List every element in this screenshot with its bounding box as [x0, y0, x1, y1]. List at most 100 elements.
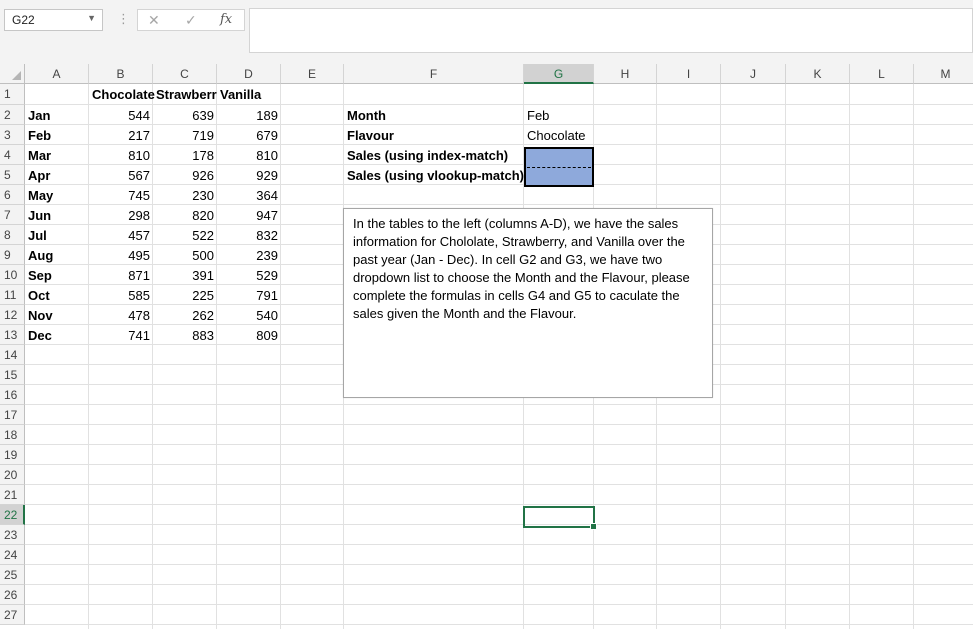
cell-month[interactable]: Sep	[25, 266, 89, 285]
cell-value[interactable]: 178	[153, 146, 217, 165]
instructions-textbox[interactable]: In the tables to the left (columns A-D),…	[343, 208, 713, 398]
column-header-c[interactable]: C	[153, 64, 217, 84]
column-header-i[interactable]: I	[657, 64, 721, 84]
cell-value[interactable]: 189	[217, 106, 281, 125]
column-header-g[interactable]: G	[524, 64, 594, 84]
row-header-15[interactable]: 15	[0, 365, 25, 385]
cell-value[interactable]: 719	[153, 126, 217, 145]
cell-value[interactable]: 791	[217, 286, 281, 305]
column-header-k[interactable]: K	[786, 64, 850, 84]
cell-value[interactable]: 809	[217, 326, 281, 345]
cell-value[interactable]: 741	[89, 326, 153, 345]
cell-month[interactable]: Mar	[25, 146, 89, 165]
name-box[interactable]: G22 ▼	[4, 9, 103, 31]
cell-value[interactable]: 391	[153, 266, 217, 285]
cell-month[interactable]: Jun	[25, 206, 89, 225]
row-header-7[interactable]: 7	[0, 205, 25, 225]
cell-header[interactable]: Chocolate	[89, 85, 155, 104]
row-header-8[interactable]: 8	[0, 225, 25, 245]
formula-input[interactable]	[249, 8, 973, 53]
cell-vlookup-match-label[interactable]: Sales (using vlookup-match)	[344, 166, 524, 185]
cell-value[interactable]: 679	[217, 126, 281, 145]
cell-flavour-dropdown[interactable]: Chocolate	[524, 126, 594, 145]
cell-month[interactable]: Dec	[25, 326, 89, 345]
cell-value[interactable]: 217	[89, 126, 153, 145]
cell-value[interactable]: 820	[153, 206, 217, 225]
column-header-e[interactable]: E	[281, 64, 344, 84]
active-cell-g22[interactable]	[523, 506, 597, 530]
cell-value[interactable]: 810	[89, 146, 153, 165]
cell-month[interactable]: Jul	[25, 226, 89, 245]
row-header-13[interactable]: 13	[0, 325, 25, 345]
cell-month[interactable]: Feb	[25, 126, 89, 145]
row-header-2[interactable]: 2	[0, 105, 25, 125]
cell-month[interactable]: Oct	[25, 286, 89, 305]
cell-value[interactable]: 947	[217, 206, 281, 225]
cell-month[interactable]: Aug	[25, 246, 89, 265]
cell-value[interactable]: 495	[89, 246, 153, 265]
row-header-25[interactable]: 25	[0, 565, 25, 585]
cell-value[interactable]: 225	[153, 286, 217, 305]
cell-value[interactable]: 639	[153, 106, 217, 125]
cell-value[interactable]: 810	[217, 146, 281, 165]
column-header-a[interactable]: A	[25, 64, 89, 84]
cell-value[interactable]: 567	[89, 166, 153, 185]
row-header-23[interactable]: 23	[0, 525, 25, 545]
cell-month[interactable]: Nov	[25, 306, 89, 325]
row-header-1[interactable]: 1	[0, 84, 25, 105]
cell-value[interactable]: 522	[153, 226, 217, 245]
cell-value[interactable]: 585	[89, 286, 153, 305]
row-header-19[interactable]: 19	[0, 445, 25, 465]
row-header-26[interactable]: 26	[0, 585, 25, 605]
cell-value[interactable]: 500	[153, 246, 217, 265]
column-header-d[interactable]: D	[217, 64, 281, 84]
cell-value[interactable]: 230	[153, 186, 217, 205]
cell-value[interactable]: 832	[217, 226, 281, 245]
checkmark-icon[interactable]: ✓	[185, 12, 197, 29]
row-header-3[interactable]: 3	[0, 125, 25, 145]
cell-header[interactable]: Vanilla	[217, 85, 281, 104]
result-cells-g4-g5[interactable]	[524, 147, 594, 187]
cell-value[interactable]: 926	[153, 166, 217, 185]
cell-value[interactable]: 544	[89, 106, 153, 125]
row-header-24[interactable]: 24	[0, 545, 25, 565]
column-header-m[interactable]: M	[914, 64, 973, 84]
row-header-17[interactable]: 17	[0, 405, 25, 425]
row-header-21[interactable]: 21	[0, 485, 25, 505]
row-header-22[interactable]: 22	[0, 505, 25, 525]
cell-header[interactable]: Strawberr	[153, 85, 217, 104]
cell-value[interactable]: 262	[153, 306, 217, 325]
drag-handle-icon[interactable]: ⋮	[117, 11, 130, 27]
row-header-11[interactable]: 11	[0, 285, 25, 305]
row-header-12[interactable]: 12	[0, 305, 25, 325]
row-header-18[interactable]: 18	[0, 425, 25, 445]
row-header-14[interactable]: 14	[0, 345, 25, 365]
cell-month[interactable]: Apr	[25, 166, 89, 185]
row-header-6[interactable]: 6	[0, 185, 25, 205]
cell-value[interactable]: 529	[217, 266, 281, 285]
cell-value[interactable]: 478	[89, 306, 153, 325]
cell-value[interactable]: 883	[153, 326, 217, 345]
cell-month-label[interactable]: Month	[344, 106, 524, 125]
cell-value[interactable]: 540	[217, 306, 281, 325]
row-header-10[interactable]: 10	[0, 265, 25, 285]
row-header-9[interactable]: 9	[0, 245, 25, 265]
column-header-j[interactable]: J	[721, 64, 786, 84]
cell-value[interactable]: 745	[89, 186, 153, 205]
row-header-4[interactable]: 4	[0, 145, 25, 165]
cell-value[interactable]: 457	[89, 226, 153, 245]
cell-value[interactable]: 239	[217, 246, 281, 265]
column-header-h[interactable]: H	[594, 64, 657, 84]
row-header-27[interactable]: 27	[0, 605, 25, 625]
fill-handle[interactable]	[590, 523, 597, 530]
chevron-down-icon[interactable]: ▼	[87, 13, 96, 23]
cell-value[interactable]: 871	[89, 266, 153, 285]
cancel-x-icon[interactable]: ✕	[148, 12, 160, 29]
column-header-b[interactable]: B	[89, 64, 153, 84]
cell-value[interactable]: 929	[217, 166, 281, 185]
cell-value[interactable]: 298	[89, 206, 153, 225]
cell-index-match-label[interactable]: Sales (using index-match)	[344, 146, 524, 165]
cell-flavour-label[interactable]: Flavour	[344, 126, 524, 145]
select-all-corner[interactable]	[0, 64, 25, 84]
row-header-5[interactable]: 5	[0, 165, 25, 185]
